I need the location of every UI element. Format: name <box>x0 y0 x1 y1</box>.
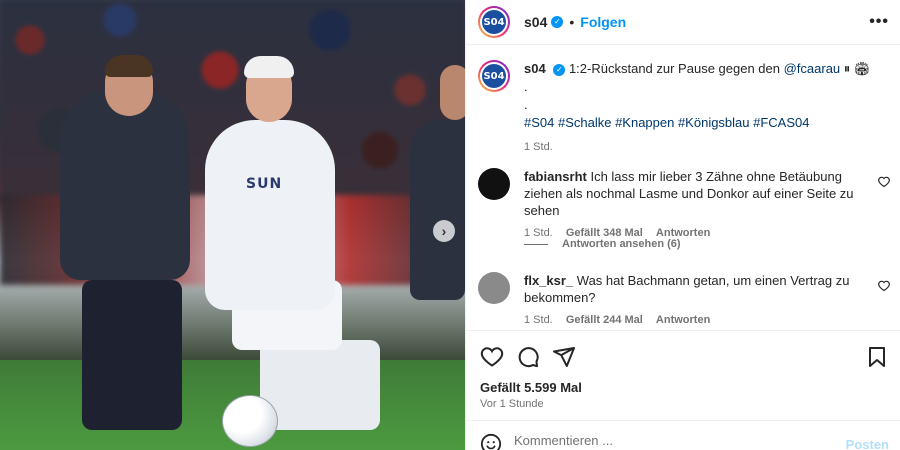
caption-dot-1: . <box>524 79 528 94</box>
post-header: S04 s04 ✓ • Folgen ••• <box>466 0 900 45</box>
comment-item: fabiansrht Ich lass mir lieber 3 Zähne o… <box>478 168 890 239</box>
follow-button[interactable]: Folgen <box>580 14 626 30</box>
player-dark <box>60 90 190 280</box>
caption-time: 1 Std. <box>524 141 553 153</box>
caption-mention[interactable]: @fcaarau <box>784 61 841 76</box>
caption-avatar[interactable]: S04 <box>478 60 510 92</box>
player-dark-hair <box>105 55 153 77</box>
bookmark-icon[interactable] <box>865 345 889 369</box>
player-white-hair <box>244 56 294 78</box>
comment-bar: Posten <box>466 420 900 450</box>
comment-item: flx_ksr_ Was hat Bachmann getan, um eine… <box>478 272 890 326</box>
comment-reply-button[interactable]: Antworten <box>656 314 710 326</box>
comment-like-icon[interactable] <box>878 280 890 292</box>
view-replies-button[interactable]: Antworten ansehen (6) <box>524 238 681 250</box>
verified-badge-icon: ✓ <box>551 16 564 28</box>
comment-time: 1 Std. <box>524 314 553 326</box>
separator-dot: • <box>569 14 575 30</box>
comment-username[interactable]: flx_ksr_ <box>524 273 573 288</box>
post-panel: S04 s04 ✓ • Folgen ••• S04 s04 ✓ 1:2-Rüc… <box>465 0 900 450</box>
caption: S04 s04 ✓ 1:2-Rückstand zur Pause gegen … <box>478 60 888 156</box>
player-right-head <box>440 65 465 120</box>
header-username[interactable]: s04 <box>524 14 547 30</box>
sponsor-text: SUN <box>246 176 283 192</box>
schalke-logo-icon: S04 <box>482 10 506 34</box>
share-send-icon[interactable] <box>552 345 576 369</box>
view-replies-label: Antworten ansehen (6) <box>562 238 681 250</box>
verified-badge-icon: ✓ <box>553 63 566 76</box>
post-timestamp: Vor 1 Stunde <box>480 398 544 410</box>
caption-username[interactable]: s04 <box>524 61 546 76</box>
comment-avatar[interactable] <box>478 272 510 304</box>
replies-divider <box>524 243 548 245</box>
player-right <box>410 120 465 300</box>
comment-likes[interactable]: Gefällt 244 Mal <box>566 314 643 326</box>
player-dark-legs <box>82 280 182 430</box>
like-heart-icon[interactable] <box>480 345 504 369</box>
caption-dot-2: . <box>524 97 528 112</box>
comment-text: Was hat Bachmann getan, um einen Vertrag… <box>524 273 850 305</box>
caption-hashtags[interactable]: #S04 #Schalke #Knappen #Königsblau #FCAS… <box>524 114 888 132</box>
carousel-next-button[interactable]: › <box>433 220 455 242</box>
schalke-logo-icon: S04 <box>482 64 506 88</box>
more-options-icon[interactable]: ••• <box>869 13 889 31</box>
post-comment-button[interactable]: Posten <box>846 437 889 450</box>
comment-username[interactable]: fabiansrht <box>524 169 587 184</box>
post-likes[interactable]: Gefällt 5.599 Mal <box>480 380 582 395</box>
comment-like-icon[interactable] <box>878 176 890 188</box>
player-white-legs <box>260 340 380 430</box>
football <box>222 395 278 447</box>
post-photo[interactable]: SUN › <box>0 0 465 450</box>
action-bar <box>466 330 900 380</box>
player-white <box>205 120 335 310</box>
header-avatar[interactable]: S04 <box>478 6 510 38</box>
emoji-icon[interactable] <box>480 433 502 450</box>
comment-input[interactable] <box>514 433 814 448</box>
caption-emoji: ⏸ 🏟 <box>843 61 871 76</box>
chevron-right-icon: › <box>441 223 447 239</box>
comment-avatar[interactable] <box>478 168 510 200</box>
comment-bubble-icon[interactable] <box>516 345 540 369</box>
caption-text: 1:2-Rückstand zur Pause gegen den <box>568 61 780 76</box>
